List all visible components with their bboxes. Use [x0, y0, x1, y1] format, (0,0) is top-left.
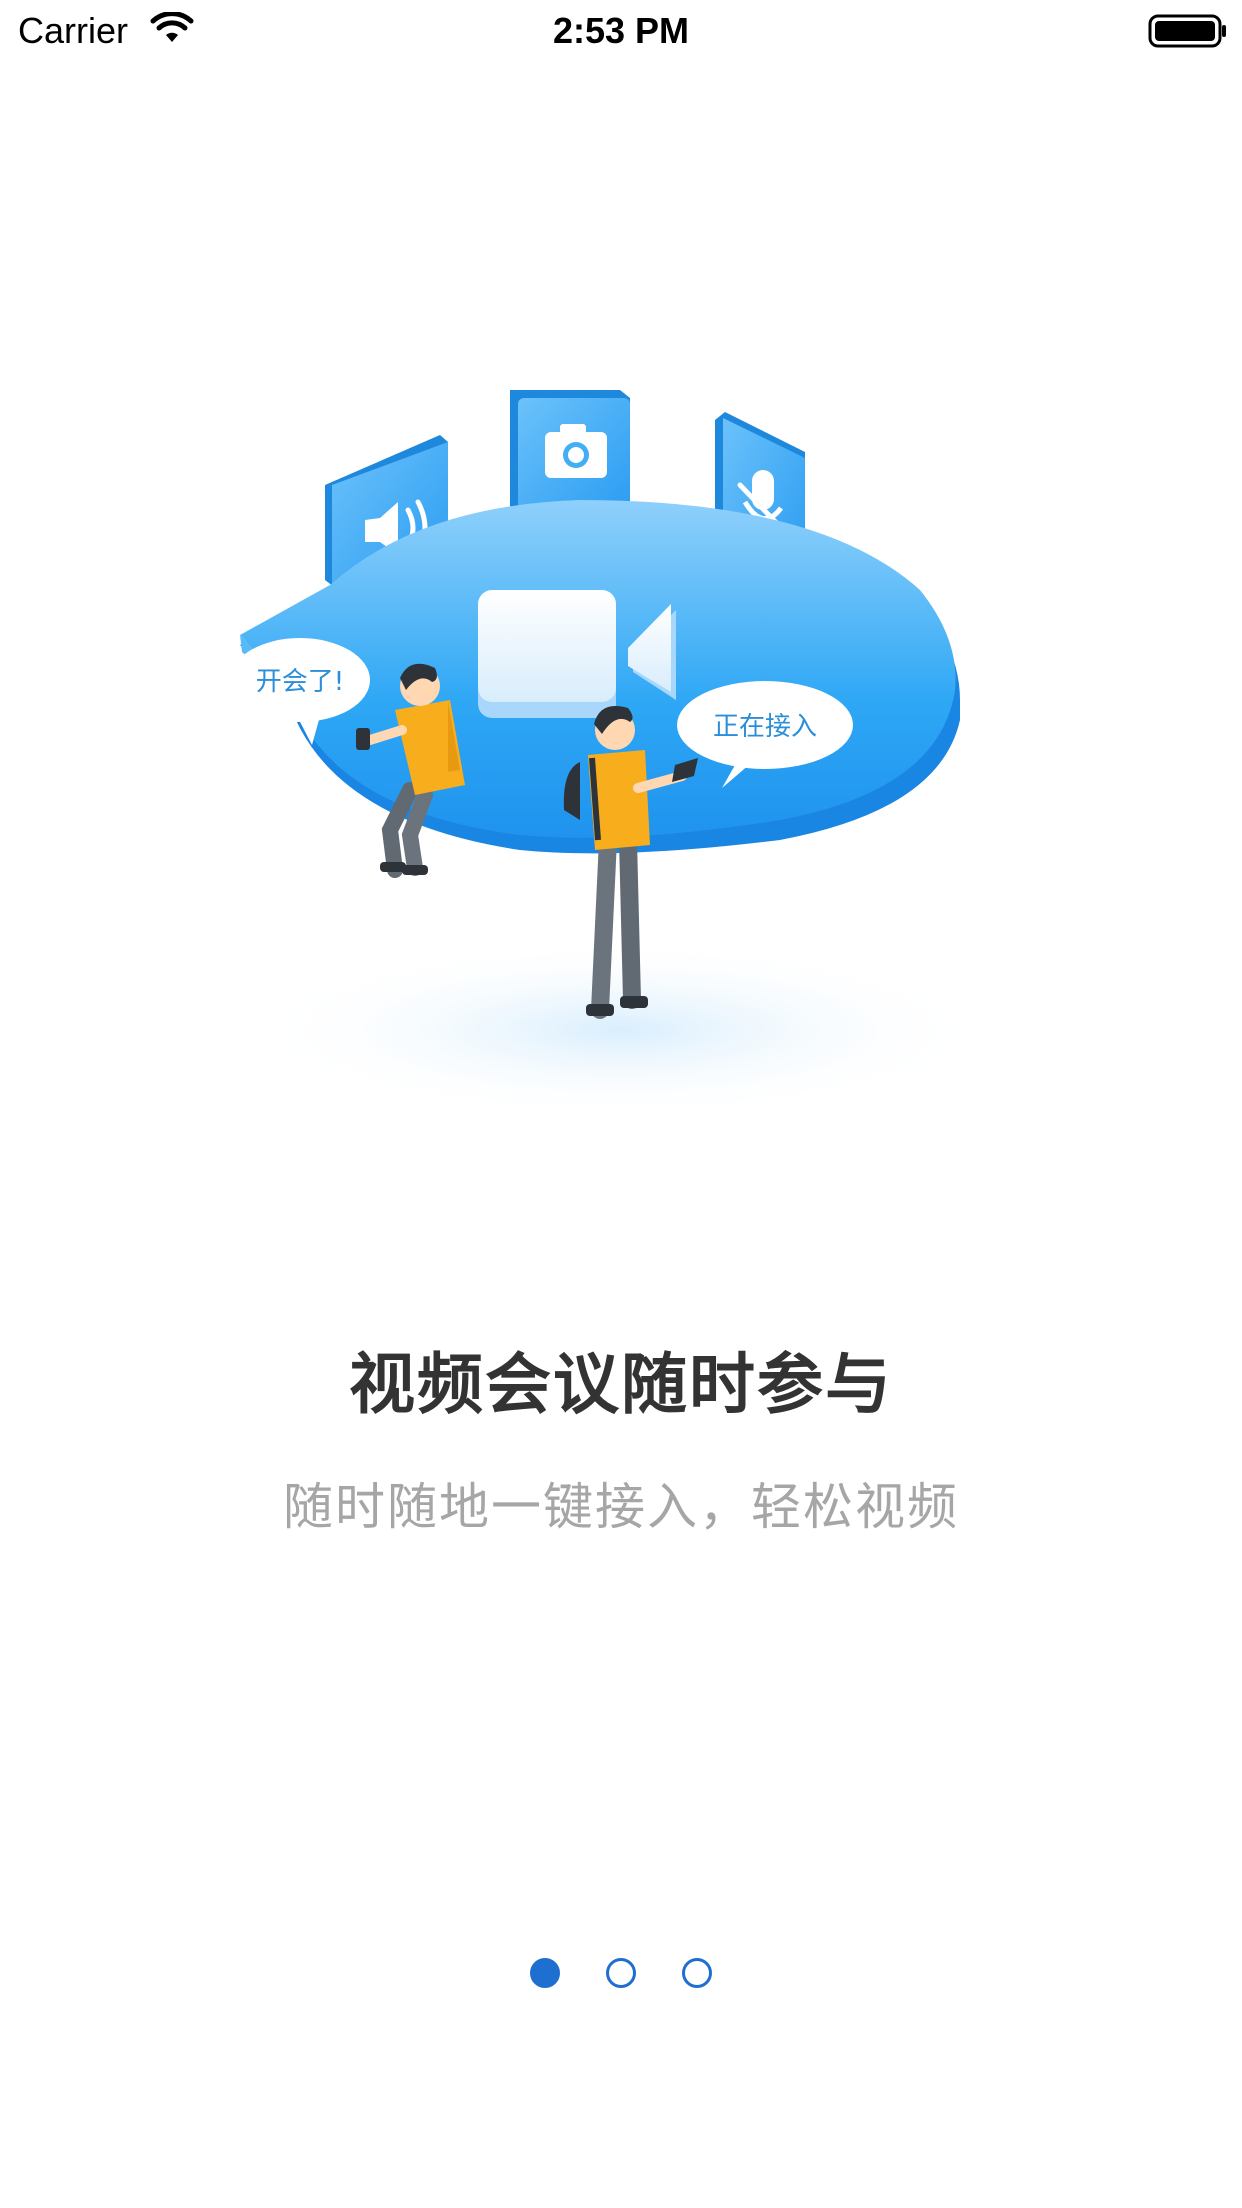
page-indicator[interactable] [0, 1958, 1242, 1988]
page-dot-1[interactable] [530, 1958, 560, 1988]
battery-full-icon [1148, 14, 1226, 48]
onboarding-title: 视频会议随时参与 [349, 1346, 893, 1423]
camera-icon [510, 390, 630, 515]
page-dot-2[interactable] [606, 1958, 636, 1988]
page-dot-3[interactable] [682, 1958, 712, 1988]
video-meeting-illustration: 开会了! 正在接入 [230, 390, 990, 1120]
onboarding-screen: Carrier 2:53 PM 开会了! 正在接入 视频会议随时参与 随时随地一… [0, 0, 1242, 2208]
status-time: 2:53 PM [552, 10, 690, 51]
speech-bubble-right-text: 正在接入 [713, 712, 817, 742]
speech-bubble-left-text: 开会了! [256, 667, 344, 697]
status-bar: Carrier 2:53 PM [0, 0, 1242, 60]
onboarding-subtitle: 随时随地一键接入，轻松视频 [283, 1478, 959, 1536]
